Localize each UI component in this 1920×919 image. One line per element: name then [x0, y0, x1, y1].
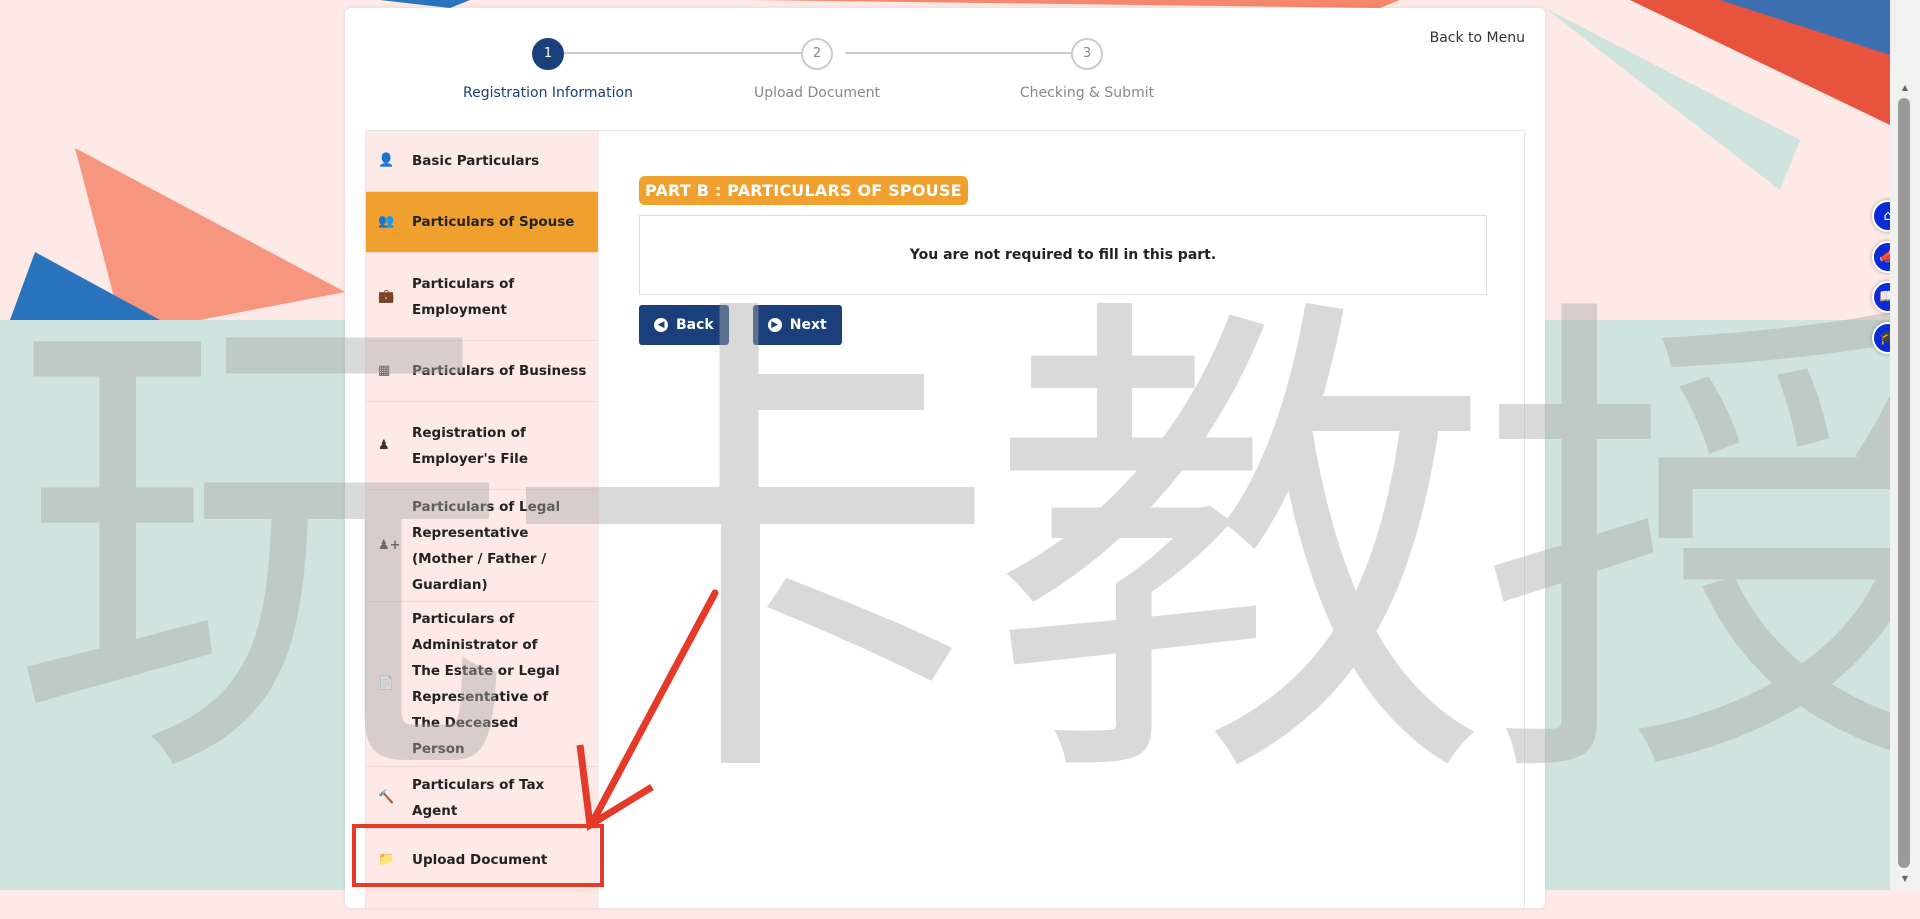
scrollbar-thumb[interactable]	[1898, 98, 1910, 868]
back-button-label: Back	[676, 317, 714, 333]
step-3-label: Checking & Submit	[1019, 85, 1155, 101]
sidebar-item-particulars-of-business[interactable]: ▦ Particulars of Business	[366, 341, 598, 402]
step-connector	[563, 52, 815, 54]
sidebar-item-legal-representative[interactable]: ♟+ Particulars of Legal Representative (…	[366, 490, 598, 602]
step-connector	[845, 52, 1085, 54]
sidebar-item-label: Particulars of Tax Agent	[412, 776, 545, 819]
step-1-indicator[interactable]: 1	[532, 38, 564, 70]
part-title: PART B : PARTICULARS OF SPOUSE	[639, 176, 968, 205]
step-2-label: Upload Document	[753, 85, 881, 101]
sidebar-item-registration-of-employers-file[interactable]: ♟ Registration of Employer's File	[366, 402, 598, 490]
chevron-right-circle-icon: ▶	[767, 318, 782, 332]
sidebar-item-label: Particulars of Business	[412, 363, 587, 379]
briefcase-icon: 💼	[378, 288, 395, 304]
annotation-highlight-box	[352, 824, 604, 887]
sidebar-item-label: Particulars of Administrator of The Esta…	[412, 611, 560, 757]
scroll-down-arrow[interactable]: ▼	[1898, 874, 1912, 886]
sidebar-item-label: Basic Particulars	[412, 153, 540, 169]
user-icon: 👤	[378, 153, 395, 168]
next-button[interactable]: ▶ Next	[752, 305, 842, 345]
back-to-menu-link[interactable]: Back to Menu	[1430, 30, 1525, 46]
notice-box: You are not required to fill in this par…	[639, 215, 1487, 295]
user-tie-icon: ♟	[378, 437, 390, 453]
registration-card: Back to Menu 1 2 3 Registration Informat…	[345, 8, 1545, 908]
user-plus-icon: ♟+	[378, 537, 401, 553]
building-icon: ▦	[378, 363, 391, 378]
scroll-up-arrow[interactable]: ▲	[1898, 83, 1912, 95]
file-icon: 📄	[378, 676, 395, 691]
sidebar-item-label: Particulars of Legal Representative (Mot…	[412, 498, 561, 593]
sidebar-item-basic-particulars[interactable]: 👤 Basic Particulars	[366, 131, 598, 192]
step-3-indicator[interactable]: 3	[1071, 38, 1103, 70]
annotation-arrow	[576, 589, 719, 831]
section-sidebar: 👤 Basic Particulars 👥 Particulars of Spo…	[366, 131, 599, 908]
chevron-left-circle-icon: ◀	[654, 318, 668, 332]
sidebar-item-label: Particulars of Spouse	[412, 214, 575, 230]
sidebar-item-administrator-of-estate[interactable]: 📄 Particulars of Administrator of The Es…	[366, 602, 598, 767]
sidebar-item-particulars-of-spouse[interactable]: 👥 Particulars of Spouse	[366, 192, 598, 253]
sidebar-item-particulars-of-employment[interactable]: 💼 Particulars of Employment	[366, 253, 598, 341]
form-panel: 👤 Basic Particulars 👥 Particulars of Spo…	[365, 130, 1525, 908]
users-icon: 👥	[378, 214, 395, 229]
gavel-icon: 🔨	[378, 789, 395, 805]
sidebar-item-label: Registration of Employer's File	[412, 424, 528, 467]
sidebar-item-label: Particulars of Employment	[412, 275, 515, 318]
navigation-buttons: ◀ Back ▶ Next	[639, 305, 1487, 345]
step-1-label: Registration Information	[463, 85, 633, 101]
notice-text: You are not required to fill in this par…	[909, 247, 1217, 263]
next-button-label: Next	[789, 317, 827, 333]
step-2-indicator[interactable]: 2	[801, 38, 833, 70]
progress-stepper: 1 2 3 Registration Information Upload Do…	[345, 38, 1245, 108]
section-content: PART B : PARTICULARS OF SPOUSE You are n…	[639, 176, 1487, 345]
sidebar-item-particulars-of-tax-agent[interactable]: 🔨 Particulars of Tax Agent	[366, 767, 598, 829]
back-button[interactable]: ◀ Back	[639, 305, 729, 345]
